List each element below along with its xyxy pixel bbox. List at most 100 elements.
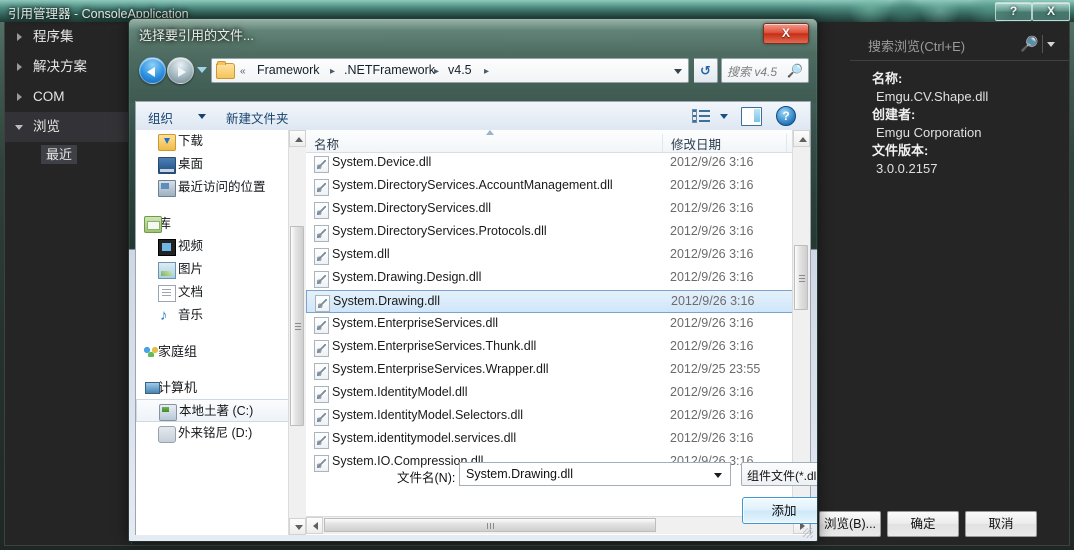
- chevron-right-icon: ▸: [434, 66, 440, 77]
- chevron-down-icon[interactable]: [198, 114, 206, 119]
- sidebar-item-label: 浏览: [33, 119, 60, 134]
- breadcrumb-item-v45[interactable]: v4.5: [448, 63, 472, 77]
- detail-label-version: 文件版本:: [872, 143, 929, 158]
- sidebar-item-com[interactable]: COM: [5, 82, 131, 112]
- place-item-recent[interactable]: 最近访问的位置: [136, 176, 306, 199]
- preview-pane-icon[interactable]: [741, 107, 762, 126]
- refresh-button[interactable]: ↺: [694, 58, 718, 83]
- chevron-down-icon[interactable]: [714, 473, 722, 478]
- file-type-filter[interactable]: 组件文件(*.dll;*.tlb;*.olb;*.ocx;: [741, 462, 818, 486]
- dll-file-icon: [314, 271, 329, 288]
- organize-menu[interactable]: 组织: [148, 108, 173, 127]
- table-row[interactable]: System.IdentityModel.Selectors.dll 2012/9…: [306, 405, 810, 428]
- help-button[interactable]: ?: [995, 2, 1032, 21]
- breadcrumb-item-framework[interactable]: Framework: [257, 63, 320, 77]
- sidebar-item-label: 解决方案: [33, 59, 87, 74]
- recent-locations-dropdown-icon[interactable]: [197, 67, 207, 73]
- table-row[interactable]: System.EnterpriseServices.Thunk.dll 2012/…: [306, 336, 810, 359]
- breadcrumb[interactable]: « Framework ▸ .NETFramework ▸ v4.5 ▸: [211, 58, 689, 83]
- table-row-selected[interactable]: System.Drawing.dll2012/9/26 3:16应: [306, 290, 810, 313]
- detail-value-creator: Emgu Corporation: [876, 125, 982, 140]
- file-date: 2012/9/26 3:16: [670, 270, 754, 284]
- file-name: System.DirectoryServices.AccountManageme…: [332, 178, 613, 192]
- close-button[interactable]: X: [1032, 2, 1070, 21]
- scrollbar-thumb[interactable]: [290, 226, 304, 426]
- add-button[interactable]: 添加: [742, 497, 817, 524]
- table-row[interactable]: System.Drawing.Design.dll2012/9/26 3:16应: [306, 267, 810, 290]
- chevron-down-icon[interactable]: [674, 69, 682, 74]
- place-label: 视频: [178, 239, 204, 253]
- grip-icon: [295, 323, 301, 330]
- table-row[interactable]: System.EnterpriseServices.Wrapper.dll 201…: [306, 359, 810, 382]
- scroll-up-button[interactable]: [793, 130, 810, 147]
- scrollbar-thumb[interactable]: [794, 245, 808, 310]
- table-row[interactable]: System.DirectoryServices.dll 2012/9/26 3:…: [306, 198, 810, 221]
- back-button[interactable]: [139, 57, 166, 84]
- column-header-date[interactable]: 修改日期: [662, 134, 721, 152]
- dialog-close-button[interactable]: X: [763, 23, 809, 44]
- place-item-desktop[interactable]: 桌面: [136, 153, 306, 176]
- sort-ascending-icon: [486, 130, 494, 135]
- file-date: 2012/9/26 3:16: [670, 316, 754, 330]
- place-item-documents[interactable]: 文档: [136, 281, 306, 304]
- place-label: 图片: [178, 262, 204, 276]
- file-date: 2012/9/25 23:55: [670, 362, 761, 376]
- dll-file-icon: [314, 409, 329, 426]
- place-item-videos[interactable]: 视频: [136, 235, 306, 258]
- cancel-button[interactable]: 取消: [965, 511, 1037, 537]
- table-row[interactable]: System.identitymodel.services.dll 2012/9/…: [306, 428, 810, 451]
- view-mode-icon[interactable]: [692, 108, 710, 124]
- sidebar-item-browse[interactable]: 浏览: [5, 112, 131, 142]
- file-date: 2012/9/26 3:16: [670, 201, 754, 215]
- place-group-homegroup[interactable]: 家庭组: [136, 340, 306, 363]
- search-icon: 🔍: [786, 63, 803, 78]
- place-item-music[interactable]: 音乐: [136, 304, 306, 327]
- table-row[interactable]: System.EnterpriseServices.dll 2012/9/26 3…: [306, 313, 810, 336]
- computer-icon: [144, 380, 160, 395]
- new-folder-button[interactable]: 新建文件夹: [226, 108, 289, 127]
- vs-details-pane: 搜索浏览(Ctrl+E) 🔍 名称: Emgu.CV.Shape.dll 创建者…: [850, 22, 1069, 544]
- search-icon[interactable]: 🔍: [1020, 35, 1039, 53]
- breadcrumb-overflow[interactable]: «: [240, 66, 246, 77]
- place-item-drive-d[interactable]: 外来铭尼 (D:): [136, 422, 306, 445]
- filename-input[interactable]: System.Drawing.dll: [459, 462, 731, 486]
- filter-value: 组件文件(*.dll;*.tlb;*.olb;*.ocx;: [747, 469, 818, 483]
- file-date: 2012/9/26 3:16: [670, 224, 754, 238]
- drive-icon: [159, 404, 177, 421]
- place-group-library[interactable]: 库: [136, 212, 306, 235]
- folder-icon: [216, 61, 235, 79]
- table-row[interactable]: System.Device.dll2012/9/26 3:16应: [306, 152, 810, 175]
- drive-icon: [158, 426, 176, 443]
- place-group-computer[interactable]: 计算机: [136, 376, 306, 399]
- file-date: 2012/9/26 3:16: [670, 178, 754, 192]
- table-row[interactable]: System.dll2012/9/26 3:16应: [306, 244, 810, 267]
- chevron-right-icon: ▸: [484, 66, 490, 77]
- table-row[interactable]: System.DirectoryServices.AccountManageme…: [306, 175, 810, 198]
- help-icon[interactable]: ?: [776, 106, 796, 126]
- ok-button[interactable]: 确定: [887, 511, 959, 537]
- resize-grip[interactable]: [803, 528, 813, 538]
- column-header-name[interactable]: 名称: [310, 134, 339, 152]
- chevron-down-icon[interactable]: [720, 114, 728, 119]
- file-date: 2012/9/26 3:16: [670, 431, 754, 445]
- detail-label-name: 名称:: [872, 71, 903, 86]
- table-row[interactable]: System.IdentityModel.dll2012/9/26 3:16应: [306, 382, 810, 405]
- sidebar-item-recent[interactable]: 最近: [5, 142, 131, 168]
- chevron-down-icon[interactable]: [1047, 42, 1055, 47]
- place-item-downloads[interactable]: 下载: [136, 130, 306, 153]
- place-item-drive-c[interactable]: 本地土著 (C:): [136, 399, 306, 422]
- sidebar-item-solution[interactable]: 解决方案: [5, 52, 131, 82]
- detail-value-name: Emgu.CV.Shape.dll: [876, 89, 989, 104]
- place-label: 桌面: [178, 157, 204, 171]
- forward-button[interactable]: [167, 57, 194, 84]
- browse-button[interactable]: 浏览(B)...: [819, 511, 881, 537]
- table-row[interactable]: System.DirectoryServices.Protocols.dll 20…: [306, 221, 810, 244]
- search-input[interactable]: 搜索 v4.5 🔍: [721, 58, 809, 83]
- scroll-up-button[interactable]: [289, 130, 306, 147]
- sidebar-item-assemblies[interactable]: 程序集: [5, 22, 131, 52]
- breadcrumb-item-netframework[interactable]: .NETFramework: [344, 63, 435, 77]
- file-open-dialog: 选择要引用的文件... X « Framework ▸ .NETFramewor…: [128, 18, 818, 542]
- file-name: System.Drawing.Design.dll: [332, 270, 482, 284]
- vs-search-bar[interactable]: 搜索浏览(Ctrl+E) 🔍: [850, 30, 1069, 61]
- place-item-pictures[interactable]: 图片: [136, 258, 306, 281]
